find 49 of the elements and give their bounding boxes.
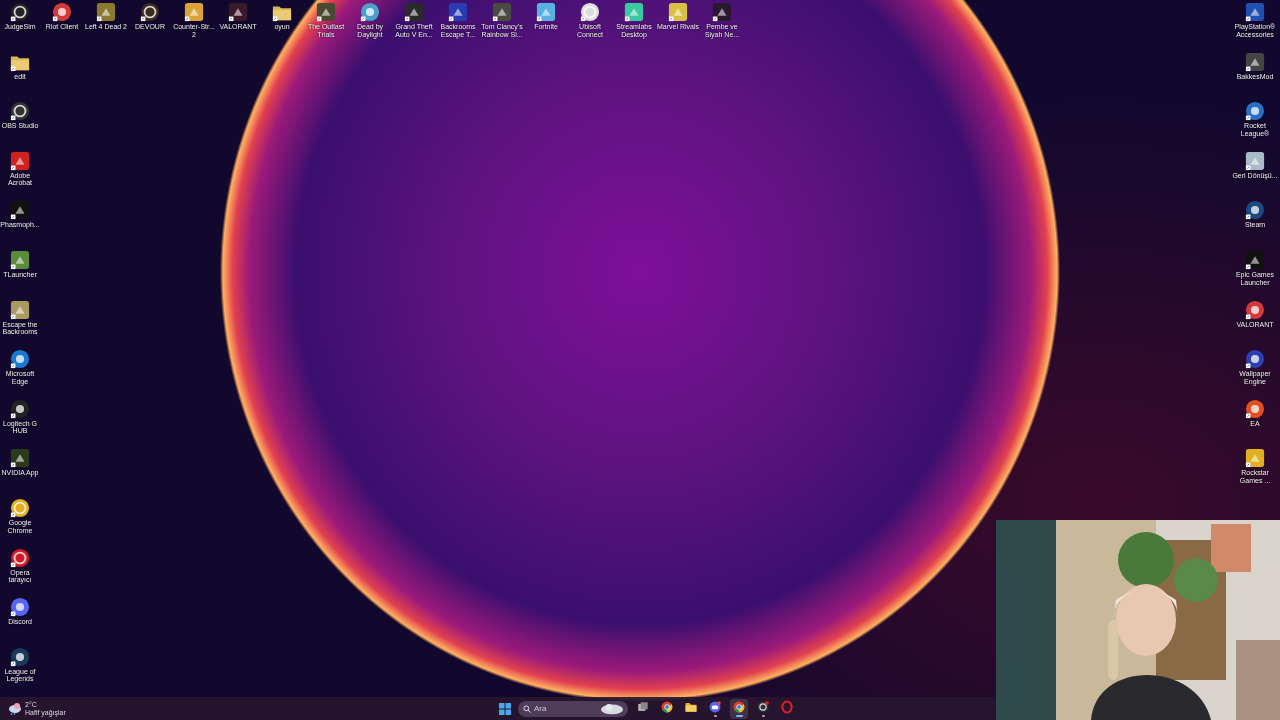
app-tile-icon	[536, 2, 556, 22]
ring-logo-icon	[10, 497, 30, 518]
app-tile-icon	[316, 2, 336, 22]
app-tile-icon	[712, 2, 732, 22]
app-tile-icon	[1245, 448, 1265, 469]
app-tile-icon	[228, 2, 248, 22]
app-tile-icon	[404, 2, 424, 22]
round-logo-icon	[1245, 349, 1265, 370]
round-logo-icon	[10, 646, 30, 667]
ring-logo-icon	[140, 2, 160, 22]
taskbar-app-button[interactable]	[730, 698, 748, 719]
app-tile-icon	[10, 200, 30, 221]
opera-icon	[780, 700, 794, 714]
app-tile-icon	[1245, 249, 1265, 270]
round-logo-icon	[1245, 101, 1265, 122]
ring-logo-icon	[10, 547, 30, 568]
folder-icon	[684, 700, 698, 714]
round-logo-icon	[1245, 398, 1265, 419]
app-tile-icon	[1245, 51, 1265, 72]
app-tile-icon	[492, 2, 512, 22]
ring-logo-icon	[10, 101, 30, 122]
round-logo-icon	[1245, 200, 1265, 221]
round-logo-icon	[52, 2, 72, 22]
ring-logo-icon	[580, 2, 600, 22]
cloud-rain-icon	[8, 701, 22, 716]
cloud-icon	[600, 703, 624, 714]
round-logo-icon	[10, 398, 30, 419]
ring-logo-icon	[756, 700, 770, 714]
chrome-icon	[660, 700, 674, 714]
round-logo-icon	[1245, 299, 1265, 320]
app-tile-icon	[10, 150, 30, 171]
app-tile-icon	[624, 2, 644, 22]
app-tile-icon	[1245, 150, 1265, 171]
app-tile-icon	[184, 2, 204, 22]
chrome-icon	[732, 700, 746, 714]
round-logo-icon	[360, 2, 380, 22]
search-icon	[523, 704, 531, 713]
start-button[interactable]	[498, 701, 512, 716]
ring-logo-icon	[10, 2, 30, 22]
app-tile-icon	[96, 2, 116, 22]
round-logo-icon	[10, 349, 30, 370]
task-view-icon	[636, 700, 650, 714]
app-tile-icon	[448, 2, 468, 22]
app-tile-icon	[668, 2, 688, 22]
app-tile-icon	[10, 448, 30, 469]
app-tile-icon	[1245, 2, 1265, 22]
app-tile-icon	[10, 299, 30, 320]
app-tile-icon	[10, 249, 30, 270]
round-logo-icon	[10, 597, 30, 618]
